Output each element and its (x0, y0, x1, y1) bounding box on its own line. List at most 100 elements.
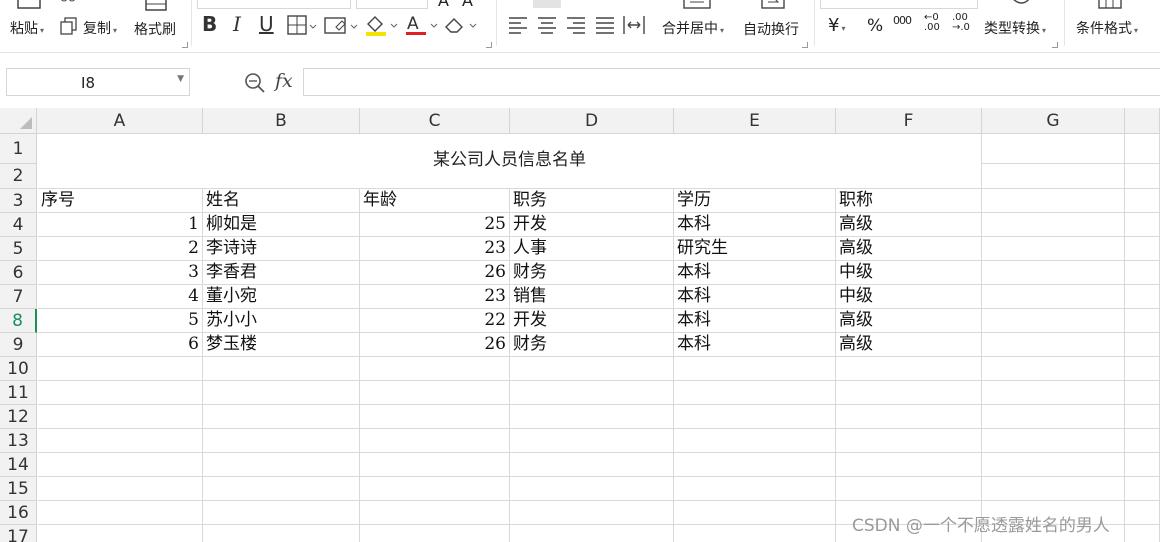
empty-cell[interactable] (38, 453, 203, 477)
empty-cell[interactable] (1125, 189, 1160, 213)
empty-cell[interactable] (38, 429, 203, 453)
empty-cell[interactable] (203, 357, 360, 381)
underline-button[interactable]: U (259, 12, 274, 36)
empty-cell[interactable] (982, 309, 1125, 333)
row-header-11[interactable]: 11 (0, 381, 37, 405)
row-header-6[interactable]: 6 (0, 261, 37, 285)
column-header-d[interactable]: D (510, 108, 674, 134)
clear-format-icon[interactable] (442, 14, 482, 36)
type-convert-icon[interactable] (1009, 0, 1033, 10)
number-format-select[interactable] (820, 0, 978, 9)
empty-cell[interactable] (510, 453, 674, 477)
data-cell[interactable]: 李香君 (203, 261, 360, 285)
copy-button[interactable]: 复制 ▾ (83, 18, 117, 38)
data-cell[interactable]: 3 (38, 261, 203, 285)
empty-cell[interactable] (674, 429, 836, 453)
row-header-16[interactable]: 16 (0, 501, 37, 525)
wrap-text-button[interactable]: 自动换行 (743, 19, 799, 39)
empty-cell[interactable] (360, 501, 510, 525)
data-cell[interactable]: 1 (38, 213, 203, 237)
empty-cell[interactable] (1125, 405, 1160, 429)
currency-button[interactable]: ¥ ▾ (828, 15, 845, 36)
align-center-icon[interactable] (537, 15, 557, 35)
empty-cell[interactable] (674, 405, 836, 429)
empty-cell[interactable] (1125, 333, 1160, 357)
spreadsheet-grid[interactable]: A B C D E F G 1 2 3 4 5 6 7 8 9 10 11 12 13 14 15 16 17 某公司人员信息名… (0, 108, 1160, 542)
data-cell[interactable]: 本科 (674, 333, 836, 357)
data-cell[interactable]: 董小宛 (203, 285, 360, 309)
empty-cell[interactable] (674, 453, 836, 477)
merge-center-icon[interactable] (683, 0, 711, 12)
header-cell[interactable]: 职务 (510, 189, 674, 213)
paste-icon[interactable] (16, 0, 44, 10)
empty-cell[interactable] (510, 381, 674, 405)
format-painter-button[interactable]: 格式刷 (134, 19, 176, 39)
chevron-down-icon[interactable]: ▼ (177, 74, 184, 84)
empty-cell[interactable] (360, 477, 510, 501)
empty-cell[interactable] (836, 453, 982, 477)
font-name-select[interactable] (197, 0, 351, 9)
empty-cell[interactable] (38, 501, 203, 525)
cell[interactable] (1125, 134, 1160, 164)
number-launcher-icon[interactable] (1052, 42, 1058, 48)
empty-cell[interactable] (836, 405, 982, 429)
empty-cell[interactable] (203, 453, 360, 477)
column-header-f[interactable]: F (836, 108, 982, 134)
empty-cell[interactable] (982, 237, 1125, 261)
cell[interactable] (982, 134, 1125, 164)
data-cell[interactable]: 中级 (836, 285, 982, 309)
data-cell[interactable]: 本科 (674, 213, 836, 237)
name-box[interactable]: I8 ▼ (6, 68, 190, 96)
empty-cell[interactable] (203, 501, 360, 525)
empty-cell[interactable] (674, 357, 836, 381)
data-cell[interactable]: 23 (360, 285, 510, 309)
empty-cell[interactable] (203, 429, 360, 453)
data-cell[interactable]: 梦玉楼 (203, 333, 360, 357)
empty-cell[interactable] (203, 405, 360, 429)
empty-cell[interactable] (982, 333, 1125, 357)
align-right-icon[interactable] (566, 15, 586, 35)
cell-style-icon[interactable] (324, 15, 360, 37)
empty-cell[interactable] (1125, 453, 1160, 477)
select-all-corner[interactable] (0, 108, 37, 134)
empty-cell[interactable] (510, 501, 674, 525)
data-cell[interactable]: 25 (360, 213, 510, 237)
row-header-7[interactable]: 7 (0, 285, 37, 309)
empty-cell[interactable] (1125, 309, 1160, 333)
empty-cell[interactable] (982, 357, 1125, 381)
data-cell[interactable]: 6 (38, 333, 203, 357)
empty-cell[interactable] (360, 429, 510, 453)
cell[interactable] (1125, 164, 1160, 189)
clipboard-launcher-icon[interactable] (182, 42, 188, 48)
row-header-13[interactable]: 13 (0, 429, 37, 453)
empty-cell[interactable] (510, 525, 674, 542)
empty-cell[interactable] (203, 477, 360, 501)
empty-cell[interactable] (1125, 381, 1160, 405)
empty-cell[interactable] (1125, 237, 1160, 261)
header-cell[interactable]: 年龄 (360, 189, 510, 213)
empty-cell[interactable] (38, 525, 203, 542)
empty-cell[interactable] (38, 477, 203, 501)
conditional-format-button[interactable]: 条件格式 ▾ (1076, 18, 1138, 38)
increase-decimal-button[interactable]: ←0 .00 (924, 13, 944, 33)
empty-cell[interactable] (674, 501, 836, 525)
row-header-14[interactable]: 14 (0, 453, 37, 477)
wrap-text-icon[interactable] (760, 0, 788, 12)
empty-cell[interactable] (674, 477, 836, 501)
empty-cell[interactable] (38, 357, 203, 381)
increase-font-icon[interactable]: A˄ (438, 0, 457, 10)
formula-input[interactable] (303, 68, 1160, 96)
empty-cell[interactable] (836, 357, 982, 381)
empty-cell[interactable] (510, 477, 674, 501)
decrease-font-icon[interactable]: A˅ (462, 0, 481, 10)
data-cell[interactable]: 高级 (836, 333, 982, 357)
italic-button[interactable]: I (233, 12, 241, 36)
empty-cell[interactable] (1125, 357, 1160, 381)
sheet-title-cell[interactable]: 某公司人员信息名单 (38, 134, 982, 189)
data-cell[interactable]: 4 (38, 285, 203, 309)
empty-cell[interactable] (674, 381, 836, 405)
empty-cell[interactable] (982, 453, 1125, 477)
empty-cell[interactable] (1125, 261, 1160, 285)
empty-cell[interactable] (982, 213, 1125, 237)
data-cell[interactable]: 26 (360, 333, 510, 357)
